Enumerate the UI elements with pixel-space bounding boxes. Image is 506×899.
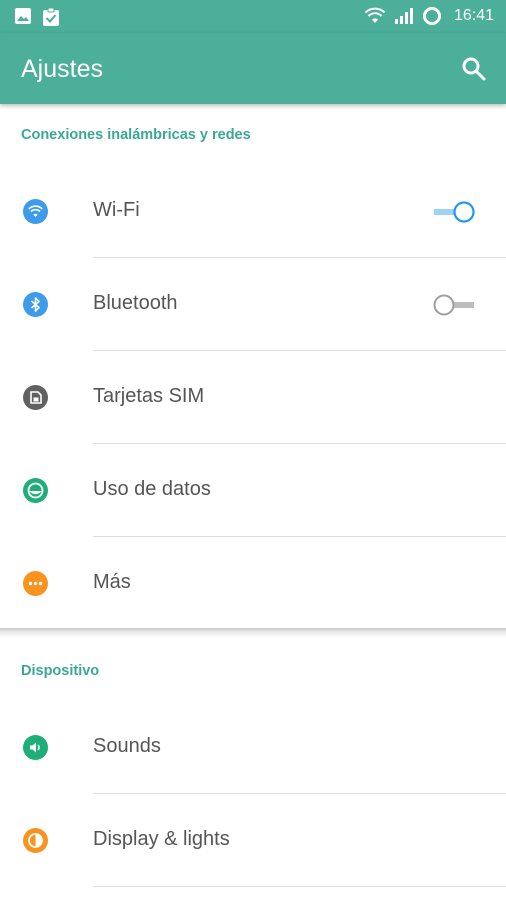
search-icon <box>462 57 486 81</box>
settings-item-label: Sounds <box>93 735 161 757</box>
settings-item-sounds[interactable]: Sounds <box>0 701 506 794</box>
settings-item-label: Uso de datos <box>93 478 211 500</box>
section-header-device: Dispositivo <box>21 663 100 679</box>
sim-card-icon <box>23 385 48 410</box>
wifi-toggle[interactable] <box>432 200 476 224</box>
settings-item-label: Bluetooth <box>93 292 178 314</box>
settings-item-label: Tarjetas SIM <box>93 385 205 407</box>
app-bar: Ajustes <box>0 33 506 104</box>
more-icon <box>23 571 48 596</box>
bluetooth-toggle[interactable] <box>432 293 476 317</box>
status-bar: 16:41 <box>0 0 506 33</box>
settings-item-label: Wi-Fi <box>93 199 140 221</box>
settings-item-bluetooth[interactable]: Bluetooth <box>0 258 506 351</box>
settings-item-display[interactable]: Display & lights <box>0 794 506 887</box>
battery-ring-icon <box>422 7 441 25</box>
clipboard-check-icon <box>43 7 59 26</box>
settings-item-wifi[interactable]: Wi-Fi <box>0 165 506 258</box>
status-time: 16:41 <box>453 7 494 24</box>
divider <box>93 886 506 887</box>
section-header-wireless: Conexiones inalámbricas y redes <box>21 127 251 143</box>
wifi-icon <box>23 199 48 224</box>
settings-item-label: Display & lights <box>93 828 230 850</box>
section-divider <box>0 628 506 638</box>
display-icon <box>23 828 48 853</box>
signal-icon <box>394 8 413 24</box>
settings-item-data-usage[interactable]: Uso de datos <box>0 444 506 537</box>
bluetooth-icon <box>23 292 48 317</box>
settings-item-more[interactable]: Más <box>0 537 506 630</box>
image-icon <box>15 8 31 24</box>
search-button[interactable] <box>460 55 488 83</box>
settings-item-label: Más <box>93 571 131 593</box>
wifi-icon <box>364 7 386 23</box>
data-usage-icon <box>23 478 48 503</box>
settings-item-sim-cards[interactable]: Tarjetas SIM <box>0 351 506 444</box>
sound-icon <box>23 735 48 760</box>
page-title: Ajustes <box>21 55 103 83</box>
